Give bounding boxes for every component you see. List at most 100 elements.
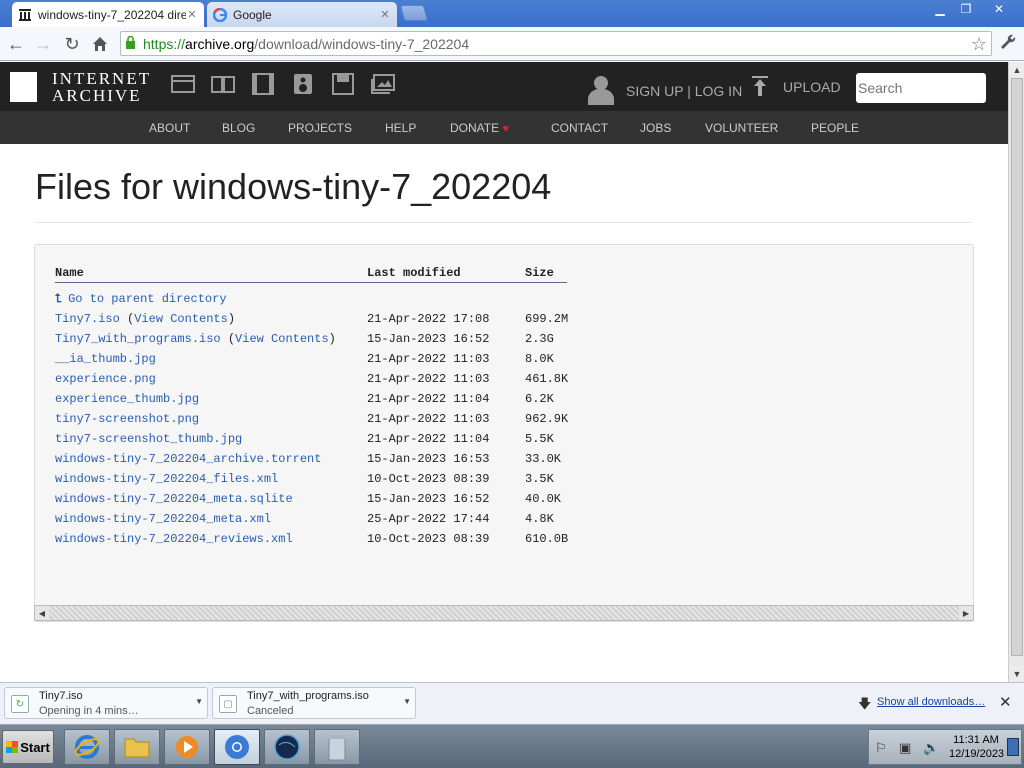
file-modified-cell: 25-Apr-2022 17:44: [367, 512, 490, 526]
upload-icon[interactable]: [752, 76, 768, 101]
file-link[interactable]: tiny7-screenshot.png: [55, 412, 199, 426]
minimize-icon[interactable]: ▁: [928, 1, 952, 17]
recycle-bin-icon[interactable]: [314, 729, 360, 765]
chrome-icon[interactable]: [214, 729, 260, 765]
file-size-cell: 3.5K: [525, 472, 554, 486]
download-item-tiny7[interactable]: ↻ Tiny7.iso Opening in 4 mins… ▼: [4, 687, 208, 719]
nav-contact[interactable]: CONTACT: [551, 121, 608, 135]
ia-search-input[interactable]: [856, 73, 986, 103]
ia-logo-icon[interactable]: [10, 72, 37, 102]
globe-app-icon[interactable]: [264, 729, 310, 765]
nav-about[interactable]: ABOUT: [149, 121, 190, 135]
file-modified-cell: 15-Jan-2023 16:53: [367, 452, 490, 466]
volume-icon[interactable]: 🔈: [923, 740, 939, 756]
clock[interactable]: 11:31 AM 12/19/2023: [949, 733, 1004, 761]
header-name[interactable]: Name: [55, 266, 84, 280]
file-link[interactable]: windows-tiny-7_202204_reviews.xml: [55, 532, 293, 546]
vertical-scrollbar[interactable]: ▲ ▼: [1008, 62, 1024, 682]
file-name-cell: Tiny7.iso (View Contents): [55, 312, 235, 326]
wrench-menu-icon[interactable]: [998, 32, 1016, 55]
file-modified-cell: 10-Oct-2023 08:39: [367, 472, 490, 486]
paren-open: (: [119, 312, 135, 326]
tab-close-icon[interactable]: ✕: [186, 8, 198, 21]
file-name-cell: tiny7-screenshot_thumb.jpg: [55, 432, 242, 446]
download-item-tiny7-with-programs[interactable]: ▢ Tiny7_with_programs.iso Canceled ▼: [212, 687, 416, 719]
internet-explorer-icon[interactable]: [64, 729, 110, 765]
nav-help[interactable]: HELP: [385, 121, 416, 135]
file-link[interactable]: windows-tiny-7_202204_archive.torrent: [55, 452, 321, 466]
file-link[interactable]: windows-tiny-7_202204_files.xml: [55, 472, 278, 486]
file-link[interactable]: Tiny7.iso: [55, 312, 120, 326]
header-size[interactable]: Size: [525, 266, 554, 280]
file-name-cell: experience_thumb.jpg: [55, 392, 199, 406]
show-desktop-button[interactable]: [1007, 738, 1019, 756]
nav-volunteer[interactable]: VOLUNTEER: [705, 121, 778, 135]
action-center-flag-icon[interactable]: ⚐: [875, 740, 887, 756]
show-all-downloads-link[interactable]: Show all downloads…: [877, 696, 985, 708]
user-avatar-icon[interactable]: [588, 75, 614, 110]
file-link[interactable]: __ia_thumb.jpg: [55, 352, 156, 366]
view-contents-link[interactable]: View Contents: [235, 332, 329, 346]
file-link[interactable]: experience_thumb.jpg: [55, 392, 199, 406]
dropdown-icon[interactable]: ▼: [403, 697, 411, 706]
nav-projects[interactable]: PROJECTS: [288, 121, 352, 135]
tab-archive[interactable]: windows-tiny-7_202204 direct ✕: [12, 2, 204, 27]
ia-logo-text[interactable]: INTERNET ARCHIVE: [52, 70, 151, 104]
scroll-down-icon[interactable]: ▼: [1009, 666, 1024, 682]
file-link[interactable]: windows-tiny-7_202204_meta.sqlite: [55, 492, 293, 506]
parent-directory-link[interactable]: ⮤ Go to parent directory: [55, 292, 227, 306]
download-status: Canceled: [247, 705, 294, 717]
paren-close: ): [328, 332, 336, 346]
header-last-modified[interactable]: Last modified: [367, 266, 461, 280]
start-button[interactable]: Start: [2, 730, 54, 764]
sign-up-login-link[interactable]: SIGN UP | LOG IN: [626, 83, 742, 99]
home-icon[interactable]: [89, 33, 111, 55]
restore-icon[interactable]: ❐: [954, 1, 978, 17]
file-size-cell: 33.0K: [525, 452, 562, 466]
scroll-left-icon[interactable]: ◀: [35, 606, 49, 620]
shelf-close-icon[interactable]: ✕: [999, 693, 1012, 711]
tab-strip: windows-tiny-7_202204 direct ✕ Google ✕ …: [0, 0, 1024, 27]
scroll-right-icon[interactable]: ▶: [959, 606, 973, 620]
tab-google[interactable]: Google ✕: [207, 2, 397, 27]
scrollbar-thumb[interactable]: [1011, 78, 1023, 656]
file-size-cell: 40.0K: [525, 492, 562, 506]
file-row: experience.png 21-Apr-2022 11:03 461.8K: [35, 372, 635, 388]
bookmark-star-icon[interactable]: ☆: [971, 34, 987, 55]
nav-jobs[interactable]: JOBS: [640, 121, 671, 135]
file-modified-cell: 21-Apr-2022 17:08: [367, 312, 490, 326]
video-icon[interactable]: [251, 72, 275, 96]
new-tab-button[interactable]: [399, 5, 429, 21]
scroll-up-icon[interactable]: ▲: [1009, 62, 1024, 78]
dropdown-icon[interactable]: ▼: [195, 697, 203, 706]
media-player-icon[interactable]: [164, 729, 210, 765]
tab-close-icon[interactable]: ✕: [379, 8, 391, 21]
address-bar[interactable]: https://archive.org/download/windows-tin…: [120, 31, 992, 56]
file-size-cell: 962.9K: [525, 412, 569, 426]
horizontal-scrollbar[interactable]: ◀ ▶: [34, 605, 974, 621]
url-path: /download/windows-tiny-7_202204: [254, 35, 470, 52]
forward-icon[interactable]: →: [32, 33, 54, 55]
web-icon[interactable]: [171, 72, 195, 96]
file-link[interactable]: windows-tiny-7_202204_meta.xml: [55, 512, 271, 526]
file-modified-cell: 15-Jan-2023 16:52: [367, 332, 490, 346]
nav-people[interactable]: PEOPLE: [811, 121, 859, 135]
upload-link[interactable]: UPLOAD: [783, 79, 841, 95]
window-close-icon[interactable]: ✕: [984, 1, 1014, 17]
nav-donate[interactable]: DONATE ♥: [450, 121, 509, 135]
view-contents-link[interactable]: View Contents: [134, 312, 228, 326]
file-link[interactable]: tiny7-screenshot_thumb.jpg: [55, 432, 242, 446]
url-host: archive.org: [185, 35, 255, 52]
reload-icon[interactable]: ↻: [61, 33, 83, 55]
file-link[interactable]: experience.png: [55, 372, 156, 386]
nav-blog[interactable]: BLOG: [222, 121, 255, 135]
back-icon[interactable]: ←: [5, 33, 27, 55]
file-explorer-icon[interactable]: [114, 729, 160, 765]
network-icon[interactable]: ▣: [899, 740, 911, 756]
software-icon[interactable]: [331, 72, 355, 96]
texts-icon[interactable]: [211, 72, 235, 96]
file-row: Tiny7_with_programs.iso (View Contents) 1…: [35, 332, 635, 348]
images-icon[interactable]: [371, 72, 395, 96]
audio-icon[interactable]: [291, 72, 315, 96]
file-link[interactable]: Tiny7_with_programs.iso: [55, 332, 221, 346]
